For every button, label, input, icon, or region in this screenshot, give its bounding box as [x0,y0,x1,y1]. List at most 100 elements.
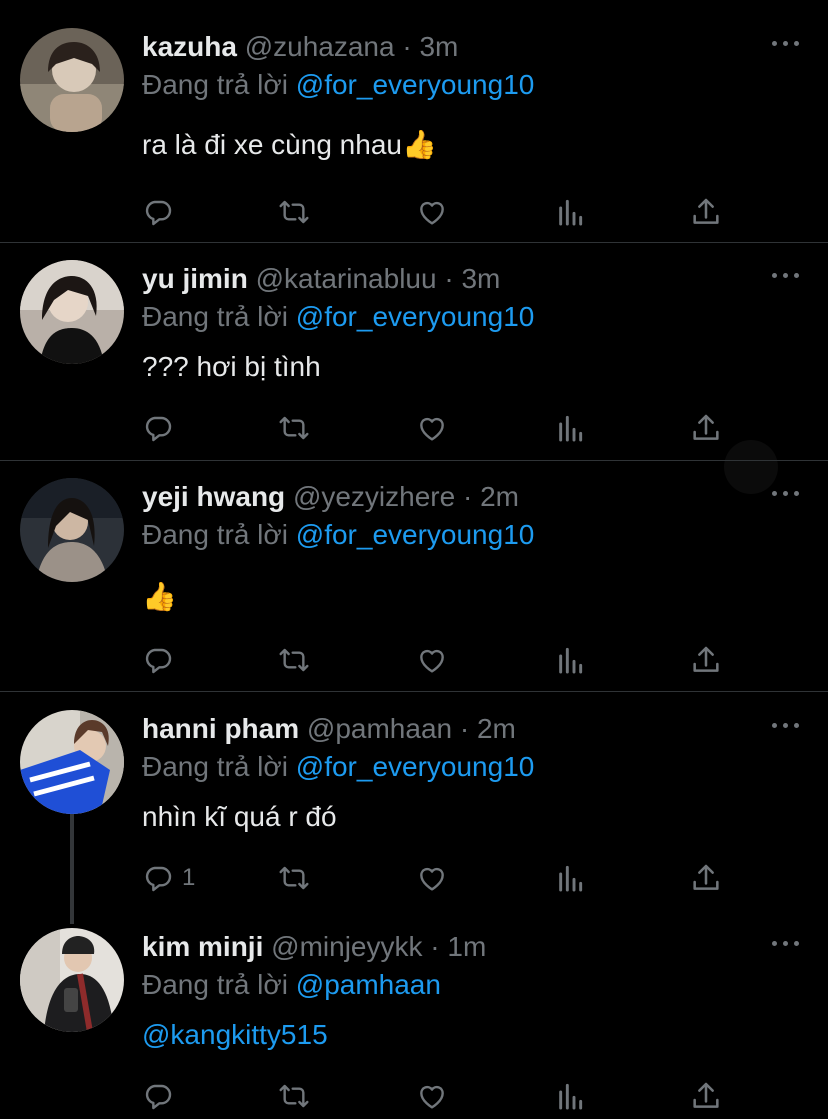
separator-dot: · [459,713,470,744]
timestamp[interactable]: 3m [419,31,458,62]
reply-button[interactable]: 1 [142,858,195,898]
timestamp[interactable]: 3m [461,263,500,294]
avatar[interactable] [20,478,124,582]
views-button[interactable] [554,640,586,680]
heart-icon [416,412,448,444]
avatar[interactable] [20,928,124,1032]
share-button[interactable] [690,1076,722,1116]
avatar[interactable] [20,260,124,364]
display-name[interactable]: yu jimin [142,263,248,294]
retweet-icon [278,412,310,444]
reply-icon [142,1080,174,1112]
tweet-header: kim minji @minjeyykk · 1m [142,930,486,964]
tweet-card[interactable]: yu jimin @katarinabluu · 3m Đang trả lời… [0,260,828,460]
heart-icon [416,196,448,228]
tweet-text-mention[interactable]: @kangkitty515 [142,1018,328,1052]
tweet-card[interactable]: kazuha @zuhazana · 3m Đang trả lời @for_… [0,28,828,242]
display-name[interactable]: kim minji [142,931,263,962]
reply-button[interactable] [142,408,182,448]
replying-to-mention[interactable]: @for_everyoung10 [296,519,535,550]
timestamp[interactable]: 1m [447,931,486,962]
timestamp[interactable]: 2m [480,481,519,512]
retweet-icon [278,1080,310,1112]
username[interactable]: @yezyizhere [293,481,455,512]
replying-to-mention[interactable]: @for_everyoung10 [296,751,535,782]
like-button[interactable] [416,192,448,232]
tweet-card[interactable]: hanni pham @pamhaan · 2m Đang trả lời @f… [0,710,828,920]
tweet-text: 👍 [142,581,177,612]
tweet-actions [0,192,828,232]
avatar[interactable] [20,710,124,814]
tweet-header: yeji hwang @yezyizhere · 2m [142,480,519,514]
more-icon[interactable] [772,38,800,48]
more-icon[interactable] [772,488,800,498]
like-button[interactable] [416,1076,448,1116]
username[interactable]: @pamhaan [307,713,452,744]
divider [0,691,828,692]
username[interactable]: @katarinabluu [256,263,437,294]
display-name[interactable]: kazuha [142,31,237,62]
display-name[interactable]: hanni pham [142,713,299,744]
views-button[interactable] [554,408,586,448]
views-icon [554,862,586,894]
like-button[interactable] [416,640,448,680]
views-icon [554,644,586,676]
reply-icon [142,862,174,894]
separator-dot: · [402,31,412,62]
replying-to: Đang trả lời @for_everyoung10 [142,300,534,334]
replying-to-label: Đang trả lời [142,301,288,332]
views-button[interactable] [554,192,586,232]
retweet-button[interactable] [278,858,310,898]
retweet-button[interactable] [278,192,310,232]
username[interactable]: @zuhazana [245,31,395,62]
more-icon[interactable] [772,938,800,948]
replying-to-mention[interactable]: @pamhaan [296,969,441,1000]
more-icon[interactable] [772,270,800,280]
share-button[interactable] [690,192,722,232]
tweet-text: ??? hơi bị tình [142,351,321,382]
views-icon [554,412,586,444]
more-icon[interactable] [772,720,800,730]
replying-to-label: Đang trả lời [142,69,288,100]
share-icon [690,862,722,894]
retweet-button[interactable] [278,408,310,448]
display-name[interactable]: yeji hwang [142,481,285,512]
retweet-button[interactable] [278,1076,310,1116]
tweet-text: ra là đi xe cùng nhau👍 [142,129,437,160]
like-button[interactable] [416,858,448,898]
tweet-actions [0,1076,828,1116]
share-icon [690,1080,722,1112]
replying-to-mention[interactable]: @for_everyoung10 [296,69,535,100]
views-icon [554,1080,586,1112]
reply-icon [142,644,174,676]
tweet-actions [0,408,828,448]
tweet-card[interactable]: yeji hwang @yezyizhere · 2m Đang trả lời… [0,478,828,690]
replying-to-mention[interactable]: @for_everyoung10 [296,301,535,332]
share-button[interactable] [690,640,722,680]
share-icon [690,412,722,444]
reply-icon [142,196,174,228]
views-button[interactable] [554,1076,586,1116]
replying-to-label: Đang trả lời [142,519,288,550]
heart-icon [416,644,448,676]
reply-icon [142,412,174,444]
share-button[interactable] [690,408,722,448]
reply-button[interactable] [142,640,182,680]
replying-to: Đang trả lời @for_everyoung10 [142,68,534,102]
replying-to: Đang trả lời @pamhaan [142,968,441,1002]
replying-to-label: Đang trả lời [142,751,288,782]
share-button[interactable] [690,858,722,898]
username[interactable]: @minjeyykk [271,931,422,962]
views-button[interactable] [554,858,586,898]
reply-button[interactable] [142,192,182,232]
avatar[interactable] [20,28,124,132]
retweet-button[interactable] [278,640,310,680]
timestamp[interactable]: 2m [477,713,516,744]
retweet-icon [278,862,310,894]
share-icon [690,196,722,228]
like-button[interactable] [416,408,448,448]
separator-dot: · [430,931,440,962]
separator-dot: · [462,481,473,512]
reply-button[interactable] [142,1076,182,1116]
tweet-card[interactable]: kim minji @minjeyykk · 1m Đang trả lời @… [0,928,828,1119]
